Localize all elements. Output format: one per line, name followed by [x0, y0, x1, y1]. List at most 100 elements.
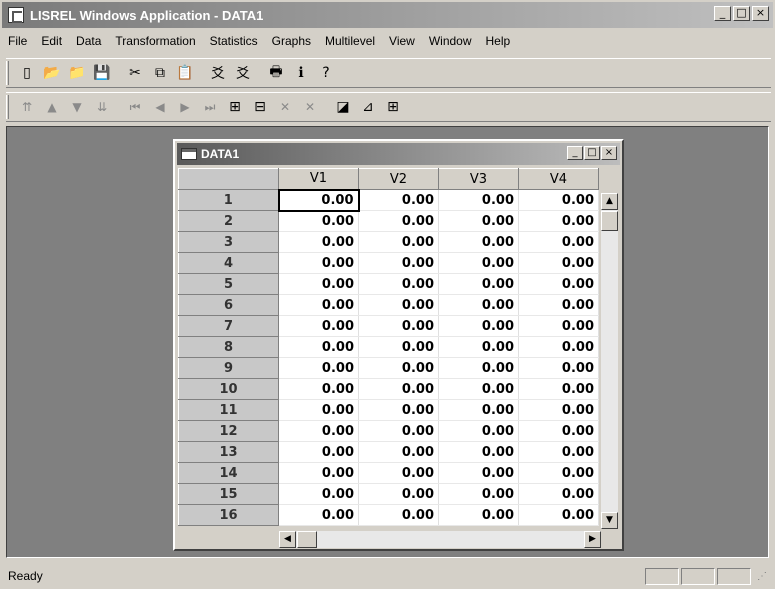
insert-var-icon[interactable]: ⊞ [223, 95, 247, 119]
data-cell[interactable]: 0.00 [438, 273, 519, 295]
resize-grip[interactable]: ⋰ [757, 571, 771, 585]
data-cell[interactable]: 0.00 [518, 294, 599, 316]
row-header[interactable]: 1 [178, 189, 279, 211]
syntax2-icon[interactable]: 爻 [231, 61, 255, 85]
data-cell[interactable]: 0.00 [278, 378, 359, 400]
data-cell[interactable]: 0.00 [278, 252, 359, 274]
row-header[interactable]: 15 [178, 483, 279, 505]
syntax-icon[interactable]: 爻 [206, 61, 230, 85]
data-cell[interactable]: 0.00 [278, 462, 359, 484]
row-header[interactable]: 5 [178, 273, 279, 295]
data-cell[interactable]: 0.00 [358, 231, 439, 253]
data-cell[interactable]: 0.00 [438, 462, 519, 484]
row-header[interactable]: 9 [178, 357, 279, 379]
data-cell[interactable]: 0.00 [278, 336, 359, 358]
data-cell[interactable]: 0.00 [278, 504, 359, 526]
paste-icon[interactable]: 📋 [173, 61, 197, 85]
data-cell[interactable]: 0.00 [358, 294, 439, 316]
info-icon[interactable]: ℹ [289, 61, 313, 85]
data-cell[interactable]: 0.00 [358, 441, 439, 463]
row-header[interactable]: 11 [178, 399, 279, 421]
row-header[interactable]: 14 [178, 462, 279, 484]
data-cell[interactable]: 0.00 [518, 441, 599, 463]
data-cell[interactable]: 0.00 [518, 357, 599, 379]
delete-case-icon[interactable]: ✕ [298, 95, 322, 119]
data-cell[interactable]: 0.00 [518, 504, 599, 526]
save-icon[interactable]: 💾 [90, 61, 114, 85]
row-header[interactable]: 3 [178, 231, 279, 253]
menu-edit[interactable]: Edit [41, 34, 62, 48]
menu-file[interactable]: File [8, 34, 27, 48]
data-cell[interactable]: 0.00 [358, 462, 439, 484]
up-icon[interactable]: ▲ [40, 95, 64, 119]
print-icon[interactable]: 🖶 [264, 61, 288, 85]
data-cell[interactable]: 0.00 [358, 378, 439, 400]
data-cell[interactable]: 0.00 [518, 252, 599, 274]
last-icon[interactable]: ⇊ [90, 95, 114, 119]
row-header[interactable]: 6 [178, 294, 279, 316]
data-cell[interactable]: 0.00 [518, 399, 599, 421]
title-bar[interactable]: LISREL Windows Application - DATA1 _ □ × [2, 2, 773, 28]
data-cell[interactable]: 0.00 [518, 189, 599, 211]
data-cell[interactable]: 0.00 [518, 315, 599, 337]
row-header[interactable]: 8 [178, 336, 279, 358]
toolbar-grip[interactable] [6, 61, 9, 85]
child-maximize-button[interactable]: □ [584, 146, 600, 160]
data-cell[interactable]: 0.00 [438, 336, 519, 358]
copy-icon[interactable]: ⧉ [148, 61, 172, 85]
horizontal-scroll-thumb[interactable] [297, 531, 317, 548]
row-header[interactable]: 12 [178, 420, 279, 442]
data-cell[interactable]: 0.00 [438, 483, 519, 505]
data-cell[interactable]: 0.00 [278, 231, 359, 253]
menu-graphs[interactable]: Graphs [272, 34, 311, 48]
menu-view[interactable]: View [389, 34, 415, 48]
data-cell[interactable]: 0.00 [518, 210, 599, 232]
data-cell[interactable]: 0.00 [278, 273, 359, 295]
data-cell[interactable]: 0.00 [358, 189, 439, 211]
data-cell[interactable]: 0.00 [278, 357, 359, 379]
maximize-button[interactable]: □ [733, 6, 750, 21]
data-cell[interactable]: 0.00 [277, 188, 360, 212]
data-cell[interactable]: 0.00 [358, 210, 439, 232]
next-record-icon[interactable]: ▶ [173, 95, 197, 119]
new-icon[interactable]: ▯ [15, 61, 39, 85]
data-cell[interactable]: 0.00 [518, 336, 599, 358]
app-icon[interactable] [8, 7, 24, 23]
row-header[interactable]: 2 [178, 210, 279, 232]
minimize-button[interactable]: _ [714, 6, 731, 21]
scroll-right-button[interactable]: ▶ [584, 531, 601, 548]
vertical-scrollbar[interactable]: ▲ ▼ [601, 193, 618, 529]
last-record-icon[interactable]: ⏭ [198, 95, 222, 119]
child-close-button[interactable]: × [601, 146, 617, 160]
row-header[interactable]: 16 [178, 504, 279, 526]
row-header[interactable]: 4 [178, 252, 279, 274]
help-icon[interactable]: ? [314, 61, 338, 85]
scroll-left-button[interactable]: ◀ [279, 531, 296, 548]
menu-transformation[interactable]: Transformation [115, 34, 195, 48]
first-record-icon[interactable]: ⏮ [123, 95, 147, 119]
data-cell[interactable]: 0.00 [278, 210, 359, 232]
data-cell[interactable]: 0.00 [438, 441, 519, 463]
data-cell[interactable]: 0.00 [438, 210, 519, 232]
data-cell[interactable]: 0.00 [438, 231, 519, 253]
data-cell[interactable]: 0.00 [358, 273, 439, 295]
column-header-v2[interactable]: V2 [358, 168, 439, 190]
graph-icon[interactable]: ◪ [331, 95, 355, 119]
open-folder-icon[interactable]: 📁 [65, 61, 89, 85]
data-cell[interactable]: 0.00 [278, 294, 359, 316]
menu-help[interactable]: Help [486, 34, 511, 48]
close-button[interactable]: × [752, 6, 769, 21]
data-cell[interactable]: 0.00 [358, 336, 439, 358]
data-cell[interactable]: 0.00 [518, 273, 599, 295]
data-cell[interactable]: 0.00 [278, 483, 359, 505]
table-icon[interactable]: ⊞ [381, 95, 405, 119]
data-cell[interactable]: 0.00 [358, 315, 439, 337]
data-cell[interactable]: 0.00 [438, 399, 519, 421]
data-cell[interactable]: 0.00 [438, 378, 519, 400]
vertical-scroll-thumb[interactable] [601, 211, 618, 231]
document-icon[interactable] [181, 148, 197, 160]
cut-icon[interactable]: ✂ [123, 61, 147, 85]
data-cell[interactable]: 0.00 [358, 504, 439, 526]
row-header[interactable]: 10 [178, 378, 279, 400]
data-cell[interactable]: 0.00 [438, 420, 519, 442]
